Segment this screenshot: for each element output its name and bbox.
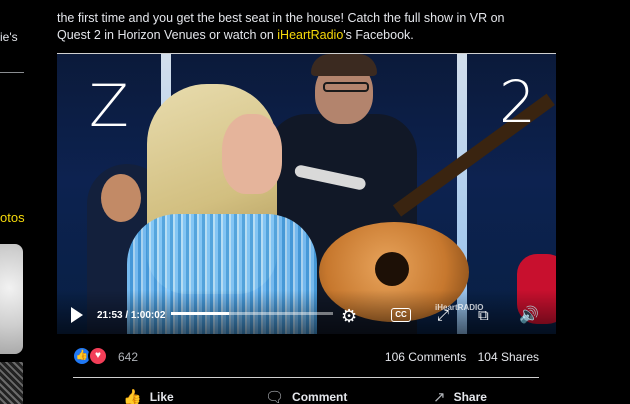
stats-divider	[73, 377, 539, 378]
share-button[interactable]: ↗ Share	[433, 388, 487, 404]
post-actions: 👍 Like 🗨 Comment ↗ Share	[73, 388, 539, 404]
sidebar-photos-link[interactable]: otos	[0, 210, 25, 225]
comments-count[interactable]: 106 Comments	[385, 350, 466, 364]
progress-fill	[171, 312, 230, 315]
like-button[interactable]: 👍 Like	[123, 388, 174, 404]
share-label: Share	[453, 390, 487, 404]
guitarist-glasses	[323, 82, 369, 92]
sidebar-text-fragment: ie's	[0, 30, 18, 44]
sidebar-divider	[0, 72, 24, 73]
sidebar-thumbnail[interactable]	[0, 244, 23, 354]
comment-icon: 🗨	[265, 389, 285, 404]
closed-captions-icon[interactable]: CC	[391, 308, 411, 322]
volume-icon[interactable]: 🔊	[519, 306, 539, 326]
like-label: Like	[149, 390, 174, 404]
post-stats: 106 Comments 104 Shares	[377, 350, 539, 364]
comment-button[interactable]: 🗨 Comment	[265, 388, 347, 404]
handwritten-2-scribble: 2	[499, 68, 536, 136]
shares-count[interactable]: 104 Shares	[478, 350, 539, 364]
post-caption: the first time and you get the best seat…	[57, 10, 537, 44]
left-sidebar: ie's otos	[0, 0, 56, 404]
caption-line-2: Quest 2 in Horizon Venues or watch on iH…	[57, 27, 537, 44]
heart-icon: ♥	[88, 346, 108, 366]
video-player[interactable]: Z 2 21:53 / 1:00:02 ⚙ CC iHeartRADIO ⤢ ⧉…	[57, 54, 556, 334]
thumbs-up-icon: 👍	[123, 389, 142, 404]
play-icon[interactable]	[71, 307, 83, 323]
guitar-soundhole	[375, 252, 409, 286]
share-icon: ↗	[433, 389, 446, 404]
caption-text-end: 's Facebook.	[343, 28, 414, 42]
handwritten-z-scribble: Z	[89, 72, 129, 140]
comment-label: Comment	[292, 390, 348, 404]
picture-in-picture-icon[interactable]: ⧉	[478, 306, 489, 326]
sidebar-thumbnail-2[interactable]	[0, 362, 23, 404]
gear-icon[interactable]: ⚙	[341, 306, 357, 326]
guitarist-hair	[311, 54, 377, 76]
fullscreen-icon[interactable]: ⤢	[437, 306, 449, 326]
iheartradio-link[interactable]: iHeartRadio	[277, 28, 343, 42]
singer-face	[222, 114, 282, 194]
progress-bar[interactable]	[171, 312, 333, 315]
video-time: 21:53 / 1:00:02	[97, 310, 166, 321]
video-controls: 21:53 / 1:00:02 ⚙ CC iHeartRADIO ⤢ ⧉ 🔊	[57, 290, 556, 334]
reaction-count: 642	[118, 350, 139, 364]
caption-text: Quest 2 in Horizon Venues or watch on	[57, 28, 278, 42]
background-musician-face	[101, 174, 141, 222]
caption-line-1: the first time and you get the best seat…	[57, 11, 505, 25]
